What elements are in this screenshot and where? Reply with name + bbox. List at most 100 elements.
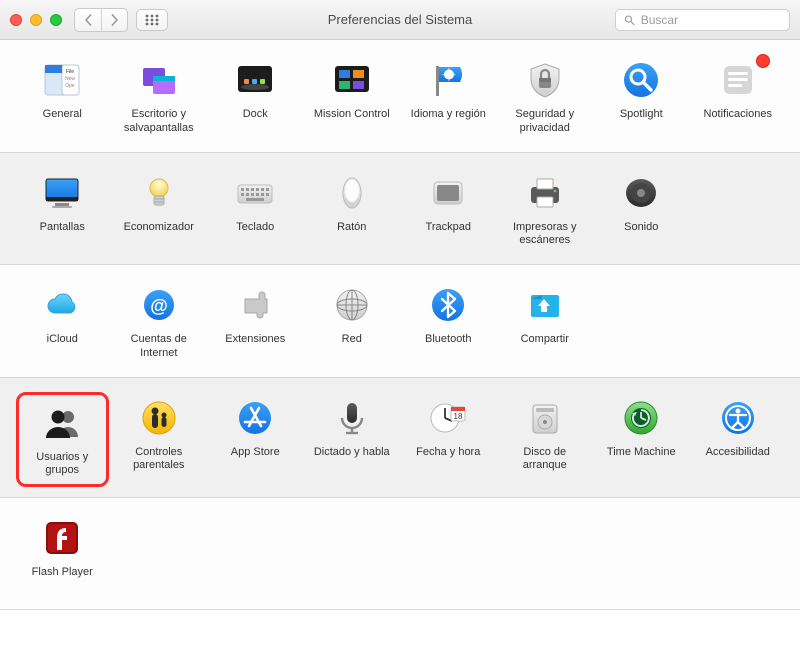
printers-icon <box>523 171 567 215</box>
search-icon <box>624 14 635 26</box>
pref-pane-label: Ratón <box>337 221 366 248</box>
pref-pane-label: Sonido <box>624 221 658 248</box>
pref-pane-sharing[interactable]: Compartir <box>499 279 592 367</box>
spotlight-icon <box>619 58 663 102</box>
extensions-icon <box>233 283 277 327</box>
pref-pane-label: Notificaciones <box>704 108 772 135</box>
language-icon <box>426 58 470 102</box>
pref-pane-bluetooth[interactable]: Bluetooth <box>402 279 495 367</box>
pref-pane-energy[interactable]: Economizador <box>113 167 206 255</box>
pref-pane-label: Dictado y habla <box>314 446 390 473</box>
dock-icon <box>233 58 277 102</box>
pref-pane-extensions[interactable]: Extensiones <box>209 279 302 367</box>
pref-pane-label: iCloud <box>47 333 78 360</box>
sound-icon <box>619 171 663 215</box>
pref-pane-label: Fecha y hora <box>416 446 480 473</box>
pref-pane-label: Red <box>342 333 362 360</box>
pref-pane-label: Extensiones <box>225 333 285 360</box>
pref-pane-mission[interactable]: Mission Control <box>306 54 399 142</box>
pref-pane-startup[interactable]: Disco de arranque <box>499 392 592 488</box>
pref-row-3: Usuarios y grupos Controles parentales A… <box>0 378 800 499</box>
pref-pane-notifications[interactable]: Notificaciones <box>692 54 785 142</box>
back-button[interactable] <box>75 9 101 31</box>
pref-pane-label: Cuentas de Internet <box>115 333 204 361</box>
pref-pane-label: App Store <box>231 446 280 473</box>
appstore-icon <box>233 396 277 440</box>
pref-pane-sound[interactable]: Sonido <box>595 167 688 255</box>
pref-row-0: File New Ope General Escritorio y salvap… <box>0 40 800 153</box>
pref-pane-desktop[interactable]: Escritorio y salvapantallas <box>113 54 206 142</box>
pref-pane-mouse[interactable]: Ratón <box>306 167 399 255</box>
flash-icon <box>40 516 84 560</box>
pref-row-4: Flash Player <box>0 498 800 610</box>
search-input[interactable] <box>641 13 781 27</box>
search-field[interactable] <box>615 9 790 31</box>
pref-pane-network[interactable]: Red <box>306 279 399 367</box>
energy-icon <box>137 171 181 215</box>
general-icon: File New Ope <box>40 58 84 102</box>
pref-pane-dock[interactable]: Dock <box>209 54 302 142</box>
nav-segment <box>74 8 128 32</box>
pref-pane-general[interactable]: File New Ope General <box>16 54 109 142</box>
keyboard-icon <box>233 171 277 215</box>
parental-icon <box>137 396 181 440</box>
pref-pane-label: Time Machine <box>607 446 676 473</box>
accessibility-icon <box>716 396 760 440</box>
forward-button[interactable] <box>101 9 127 31</box>
dictation-icon <box>330 396 374 440</box>
datetime-icon: 18 <box>426 396 470 440</box>
pref-pane-label: Controles parentales <box>115 446 204 474</box>
pref-pane-security[interactable]: Seguridad y privacidad <box>499 54 592 142</box>
pref-pane-label: Compartir <box>521 333 569 360</box>
users-icon <box>40 401 84 445</box>
security-icon <box>523 58 567 102</box>
pref-pane-label: Mission Control <box>314 108 390 135</box>
minimize-button[interactable] <box>30 14 42 26</box>
pref-pane-users[interactable]: Usuarios y grupos <box>16 392 109 488</box>
pref-pane-trackpad[interactable]: Trackpad <box>402 167 495 255</box>
pref-pane-label: Usuarios y grupos <box>21 451 104 479</box>
pref-pane-timemachine[interactable]: Time Machine <box>595 392 688 488</box>
pref-pane-icloud[interactable]: iCloud <box>16 279 109 367</box>
show-all-button[interactable] <box>136 9 168 31</box>
close-button[interactable] <box>10 14 22 26</box>
pref-pane-label: Seguridad y privacidad <box>501 108 590 136</box>
pref-pane-spotlight[interactable]: Spotlight <box>595 54 688 142</box>
pref-pane-internet[interactable]: @ Cuentas de Internet <box>113 279 206 367</box>
pref-pane-printers[interactable]: Impresoras y escáneres <box>499 167 592 255</box>
mouse-icon <box>330 171 374 215</box>
startup-icon <box>523 396 567 440</box>
pref-pane-parental[interactable]: Controles parentales <box>113 392 206 488</box>
system-preferences-window: Preferencias del Sistema File New Ope Ge… <box>0 0 800 610</box>
pref-pane-label: Idioma y región <box>411 108 486 135</box>
network-icon <box>330 283 374 327</box>
svg-text:New: New <box>65 76 75 82</box>
zoom-button[interactable] <box>50 14 62 26</box>
pref-panes-area: File New Ope General Escritorio y salvap… <box>0 40 800 610</box>
window-controls <box>10 14 62 26</box>
pref-pane-label: Flash Player <box>32 566 93 593</box>
notifications-icon <box>716 58 760 102</box>
mission-icon <box>330 58 374 102</box>
pref-pane-flash[interactable]: Flash Player <box>16 512 109 599</box>
sharing-icon <box>523 283 567 327</box>
pref-pane-language[interactable]: Idioma y región <box>402 54 495 142</box>
pref-pane-label: Teclado <box>236 221 274 248</box>
svg-text:18: 18 <box>454 412 463 421</box>
pref-pane-appstore[interactable]: App Store <box>209 392 302 488</box>
svg-text:File: File <box>66 69 74 75</box>
displays-icon <box>40 171 84 215</box>
pref-pane-label: Dock <box>243 108 268 135</box>
pref-pane-displays[interactable]: Pantallas <box>16 167 109 255</box>
pref-pane-label: Disco de arranque <box>501 446 590 474</box>
pref-pane-label: Trackpad <box>426 221 471 248</box>
notification-badge <box>756 54 770 68</box>
pref-pane-datetime[interactable]: 18 Fecha y hora <box>402 392 495 488</box>
svg-text:@: @ <box>150 296 168 316</box>
bluetooth-icon <box>426 283 470 327</box>
pref-pane-keyboard[interactable]: Teclado <box>209 167 302 255</box>
pref-pane-accessibility[interactable]: Accesibilidad <box>692 392 785 488</box>
pref-pane-dictation[interactable]: Dictado y habla <box>306 392 399 488</box>
pref-pane-label: Accesibilidad <box>706 446 770 473</box>
pref-row-1: Pantallas Economizador Teclado Ratón Tra… <box>0 153 800 266</box>
